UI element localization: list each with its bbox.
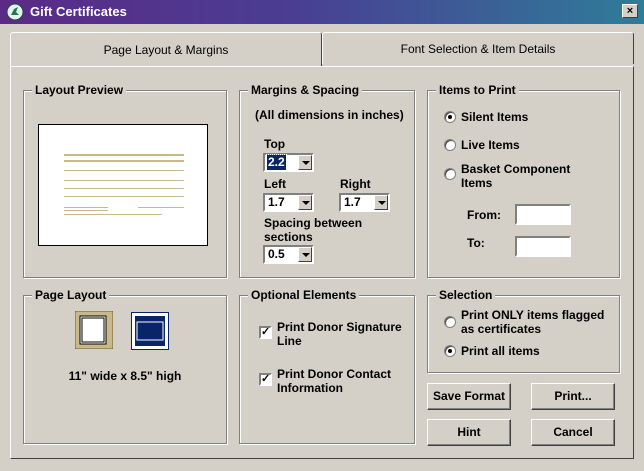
selection-label: Selection xyxy=(436,288,496,302)
tab-font-selection-label: Font Selection & Item Details xyxy=(400,42,556,56)
top-margin-value: 2.2 xyxy=(266,154,287,171)
spacing-label: Spacing between sections xyxy=(264,216,363,244)
hint-button[interactable]: Hint xyxy=(427,419,511,446)
right-label: Right xyxy=(340,177,371,191)
close-button[interactable]: × xyxy=(622,4,638,18)
spacing-select[interactable]: 0.5 xyxy=(263,245,314,264)
donor-contact-checkbox[interactable]: ✓ xyxy=(259,373,272,386)
left-label: Left xyxy=(264,177,286,191)
tab-font-selection[interactable]: Font Selection & Item Details xyxy=(322,32,634,64)
tab-page-layout-label: Page Layout & Margins xyxy=(103,43,229,57)
spacing-value: 0.5 xyxy=(268,247,285,261)
items-to-print-label: Items to Print xyxy=(436,83,519,97)
portrait-layout-icon[interactable] xyxy=(75,311,113,349)
left-margin-select[interactable]: 1.7 xyxy=(263,193,314,212)
left-margin-value: 1.7 xyxy=(268,195,285,209)
layout-preview-image xyxy=(38,124,208,246)
basket-items-radio[interactable] xyxy=(444,168,456,180)
to-label: To: xyxy=(467,236,485,250)
margins-note: (All dimensions in inches) xyxy=(255,108,404,122)
page-size-text: 11" wide x 8.5" high xyxy=(68,369,182,383)
landscape-layout-icon[interactable] xyxy=(131,312,169,350)
top-margin-select[interactable]: 2.2 xyxy=(263,153,314,172)
print-all-radio[interactable] xyxy=(444,345,456,357)
right-margin-value: 1.7 xyxy=(344,195,361,209)
from-label: From: xyxy=(467,208,501,222)
donor-signature-checkbox[interactable]: ✓ xyxy=(259,326,272,339)
page-layout-label: Page Layout xyxy=(32,288,110,302)
optional-elements-label: Optional Elements xyxy=(248,288,360,302)
print-button[interactable]: Print... xyxy=(531,383,615,410)
live-items-label[interactable]: Live Items xyxy=(461,138,520,152)
app-icon xyxy=(6,3,24,21)
top-label: Top xyxy=(264,137,286,151)
save-format-button[interactable]: Save Format xyxy=(427,383,511,410)
layout-preview-label: Layout Preview xyxy=(32,83,127,97)
right-margin-select[interactable]: 1.7 xyxy=(339,193,390,212)
basket-items-label[interactable]: Basket Component Items xyxy=(461,162,591,190)
donor-contact-label[interactable]: Print Donor Contact Information xyxy=(277,367,407,395)
cancel-button[interactable]: Cancel xyxy=(531,419,615,446)
flagged-only-radio[interactable] xyxy=(444,316,456,328)
donor-signature-label[interactable]: Print Donor Signature Line xyxy=(277,320,407,348)
right-margin-dropdown-icon[interactable] xyxy=(374,195,388,210)
left-margin-dropdown-icon[interactable] xyxy=(298,195,312,210)
flagged-only-label[interactable]: Print ONLY items flagged as certificates xyxy=(461,308,611,336)
to-input[interactable] xyxy=(515,236,571,257)
tab-page-layout[interactable]: Page Layout & Margins xyxy=(10,32,322,66)
top-margin-dropdown-icon[interactable] xyxy=(298,155,312,170)
margins-label: Margins & Spacing xyxy=(248,83,363,97)
spacing-dropdown-icon[interactable] xyxy=(298,247,312,262)
print-all-label[interactable]: Print all items xyxy=(461,344,540,358)
live-items-radio[interactable] xyxy=(444,139,456,151)
window-title: Gift Certificates xyxy=(30,4,127,19)
from-input[interactable] xyxy=(515,204,571,225)
silent-items-label[interactable]: Silent Items xyxy=(461,110,528,124)
title-bar: Gift Certificates × xyxy=(0,0,644,24)
silent-items-radio[interactable] xyxy=(444,111,456,123)
